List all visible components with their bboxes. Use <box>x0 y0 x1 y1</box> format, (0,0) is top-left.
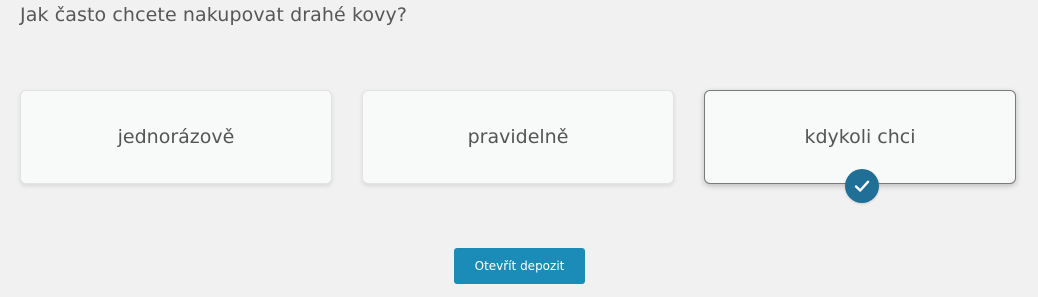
option-kdykoli-chci[interactable]: kdykoli chci <box>704 90 1016 203</box>
checkmark-icon <box>845 169 879 203</box>
open-deposit-button[interactable]: Otevřít depozit <box>454 248 585 284</box>
option-label: pravidelně <box>467 126 569 148</box>
option-jednorazove[interactable]: jednorázově <box>20 90 332 184</box>
option-pravidelne[interactable]: pravidelně <box>362 90 674 184</box>
option-label: jednorázově <box>117 126 235 148</box>
question-heading: Jak často chcete nakupovat drahé kovy? <box>20 4 408 26</box>
frequency-options: jednorázově pravidelně kdykoli chci <box>20 90 1020 203</box>
option-label: kdykoli chci <box>804 126 916 148</box>
